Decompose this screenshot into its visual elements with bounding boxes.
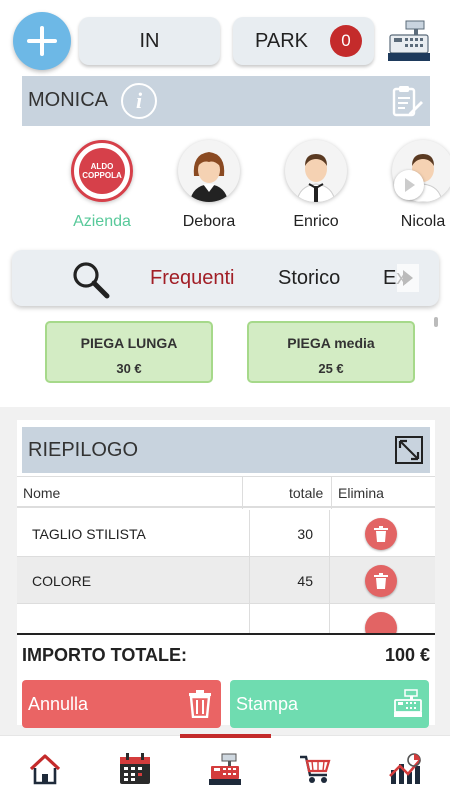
top-bar: IN PARK 0 bbox=[0, 0, 450, 80]
male-avatar-icon bbox=[296, 154, 336, 202]
park-count-badge: 0 bbox=[330, 25, 362, 57]
staff-name: Enrico bbox=[293, 213, 339, 230]
company-logo-mark: ALDO COPPOLA bbox=[79, 148, 125, 194]
tab-frequenti[interactable]: Frequenti bbox=[150, 267, 235, 290]
in-button-label: IN bbox=[139, 29, 160, 52]
trash-icon bbox=[374, 526, 388, 542]
category-tabs: Frequenti Storico Ex bbox=[12, 250, 439, 306]
service-price: 30 € bbox=[116, 361, 142, 376]
trash-icon bbox=[374, 573, 388, 589]
in-button[interactable]: IN bbox=[79, 17, 220, 65]
delete-row-button[interactable] bbox=[365, 565, 397, 597]
service-name: PIEGA LUNGA bbox=[80, 335, 178, 351]
bottom-nav bbox=[0, 734, 450, 800]
clipboard-icon[interactable] bbox=[388, 83, 424, 119]
staff-item-debora[interactable]: Debora bbox=[164, 140, 254, 231]
client-name: MONICA bbox=[28, 89, 108, 111]
services-grid: PIEGA LUNGA 30 € PIEGA media 25 € bbox=[0, 315, 450, 407]
total-value: 100 € bbox=[384, 645, 430, 665]
summary-card: RIEPILOGO Nome totale Elimina TAGLIO STI… bbox=[17, 420, 435, 728]
stats-icon[interactable] bbox=[388, 752, 422, 786]
service-price: 25 € bbox=[318, 361, 344, 376]
expand-icon[interactable] bbox=[394, 435, 424, 465]
company-logo: ALDO COPPOLA bbox=[71, 140, 133, 202]
avatar bbox=[285, 140, 347, 202]
cash-register-icon[interactable] bbox=[386, 19, 432, 63]
scrollbar[interactable] bbox=[434, 317, 438, 327]
info-icon[interactable]: i bbox=[121, 83, 157, 119]
column-header-totale: totale bbox=[289, 485, 324, 501]
print-button-label: Stampa bbox=[236, 694, 299, 714]
service-piega-lunga[interactable]: PIEGA LUNGA 30 € bbox=[45, 321, 213, 383]
column-divider bbox=[331, 477, 332, 509]
column-divider bbox=[242, 477, 243, 509]
female-avatar-icon bbox=[190, 152, 228, 202]
summary-title: RIEPILOGO bbox=[28, 439, 139, 461]
cart-icon[interactable] bbox=[298, 752, 332, 786]
tab-storico[interactable]: Storico bbox=[278, 267, 340, 290]
client-header: MONICA i bbox=[22, 76, 430, 126]
row-name: COLORE bbox=[32, 573, 92, 589]
delete-row-button[interactable] bbox=[365, 612, 397, 634]
row-total: 45 bbox=[297, 573, 313, 589]
add-button[interactable] bbox=[13, 12, 71, 70]
cash-register-icon bbox=[394, 689, 422, 717]
column-divider bbox=[249, 557, 250, 604]
service-piega-media[interactable]: PIEGA media 25 € bbox=[247, 321, 415, 383]
avatar bbox=[178, 140, 240, 202]
app-screen: IN PARK 0 MONICA i ALDO COPPOLA Azienda … bbox=[0, 0, 450, 800]
summary-area: RIEPILOGO Nome totale Elimina TAGLIO STI… bbox=[0, 407, 450, 735]
calendar-icon[interactable] bbox=[118, 752, 152, 786]
cash-register-icon[interactable] bbox=[208, 752, 242, 786]
table-row: COLORE 45 bbox=[17, 557, 435, 604]
staff-name: Debora bbox=[182, 213, 236, 230]
staff-name: Azienda bbox=[73, 213, 131, 230]
column-divider bbox=[249, 510, 250, 557]
service-name: PIEGA media bbox=[287, 335, 375, 351]
total-label: IMPORTO TOTALE: bbox=[22, 645, 187, 665]
staff-carousel[interactable]: ALDO COPPOLA Azienda Debora Enrico Nicol… bbox=[0, 130, 450, 240]
staff-name: Nicola bbox=[400, 213, 446, 230]
home-icon[interactable] bbox=[28, 752, 62, 786]
table-row: TAGLIO STILISTA 30 bbox=[17, 510, 435, 557]
print-button[interactable]: Stampa bbox=[230, 680, 429, 728]
column-divider bbox=[329, 557, 330, 604]
summary-rows[interactable]: TAGLIO STILISTA 30 COLORE 45 bbox=[17, 510, 435, 634]
search-icon[interactable] bbox=[70, 259, 110, 299]
column-header-nome: Nome bbox=[23, 485, 61, 501]
row-name: TAGLIO STILISTA bbox=[32, 526, 146, 542]
staff-item-azienda[interactable]: ALDO COPPOLA Azienda bbox=[57, 140, 147, 231]
staff-item-enrico[interactable]: Enrico bbox=[271, 140, 361, 231]
carousel-next-button[interactable] bbox=[394, 170, 424, 200]
table-header: Nome totale Elimina bbox=[17, 476, 435, 509]
column-divider bbox=[329, 510, 330, 557]
summary-header: RIEPILOGO bbox=[22, 427, 430, 473]
trash-icon bbox=[189, 690, 211, 718]
cancel-button[interactable]: Annulla bbox=[22, 680, 221, 728]
row-total: 30 bbox=[297, 526, 313, 542]
column-header-elimina: Elimina bbox=[338, 485, 384, 501]
active-tab-indicator bbox=[180, 734, 271, 738]
park-button-label: PARK bbox=[255, 30, 308, 52]
table-row bbox=[17, 604, 435, 634]
park-button[interactable]: PARK 0 bbox=[233, 17, 374, 65]
delete-row-button[interactable] bbox=[365, 518, 397, 550]
total-divider bbox=[17, 633, 435, 635]
tabs-next-button[interactable] bbox=[397, 264, 419, 292]
column-divider bbox=[249, 604, 250, 634]
column-divider bbox=[329, 604, 330, 634]
cancel-button-label: Annulla bbox=[28, 694, 89, 714]
